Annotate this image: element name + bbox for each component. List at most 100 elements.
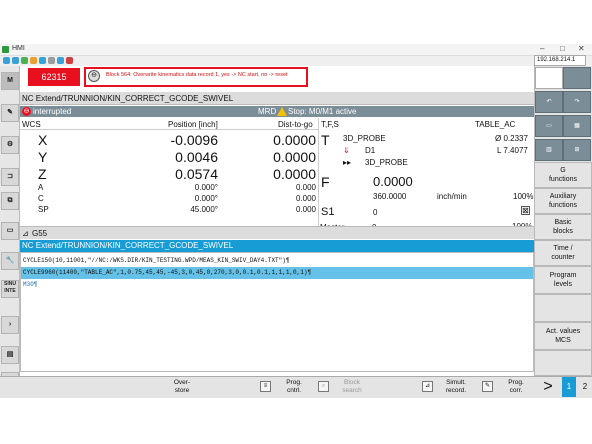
quick-access-toolbar [0, 56, 592, 66]
app-icon [2, 46, 9, 53]
axis-position: -0.0096 [170, 132, 218, 148]
feed-actual: 0.0000 [373, 174, 413, 189]
softkey-act-values-mcs[interactable]: Act. values MCS [534, 322, 592, 350]
program-editor[interactable]: CYCLE150(10,11001,"//NC:/WKS.DIR/KIN_TES… [20, 252, 534, 372]
softkey-empty[interactable] [534, 350, 592, 376]
spindle-speed: 0 [373, 208, 378, 217]
dtg-header: Dist-to-go [278, 120, 313, 129]
frame-icon: ⊿ [22, 229, 29, 238]
back-arrow-button[interactable]: ↶ [535, 91, 563, 113]
wrench-button[interactable]: 🔧 [1, 252, 19, 270]
softkey-label: Block search [342, 379, 362, 394]
softkey-label: Auxiliary functions [548, 193, 578, 209]
home-icon[interactable] [21, 57, 28, 64]
feed-unit: inch/min [437, 192, 467, 201]
program-correction-icon: ✎ [482, 381, 493, 392]
softkey-program-levels[interactable]: Program levels [534, 266, 592, 294]
axis-name: Y [38, 149, 48, 165]
copy-button[interactable]: ⧉ [1, 192, 19, 210]
sinumerik-button[interactable]: SINU INTE [1, 280, 19, 298]
auto-mode-button[interactable] [563, 67, 591, 89]
axis-name: C [38, 194, 44, 203]
softkey-label: Over- store [173, 379, 191, 394]
diagnostics-button[interactable]: ▭ [1, 222, 19, 240]
simult-record-button[interactable]: ⊿ Simult. record. [420, 376, 482, 398]
minimize-icon[interactable]: – [540, 44, 544, 53]
settings-icon[interactable] [48, 57, 55, 64]
block-search-button[interactable]: ⌕ Block search [316, 376, 378, 398]
axis-name: X [38, 132, 48, 148]
position-header: Position [inch] [168, 120, 218, 129]
axis-dtg: 0.0000 [273, 166, 316, 182]
next-tool-name: 3D_PROBE [365, 158, 408, 167]
ip-address-field[interactable]: 192.168.214.1 [534, 55, 586, 66]
softkey-label: G functions [548, 167, 578, 183]
overstore-button[interactable]: Over- store [146, 376, 212, 398]
axis-dtg: 0.000 [295, 183, 316, 192]
tool-name: 3D_PROBE [343, 134, 386, 143]
close-icon[interactable]: ✕ [578, 44, 585, 53]
softkey-basic-blocks[interactable]: Basic blocks [534, 214, 592, 240]
program-line[interactable]: M30¶ [21, 279, 533, 291]
jog-mode-button[interactable] [535, 67, 563, 89]
axis-dtg: 0.0000 [273, 132, 316, 148]
feed-setpoint: 360.0000 [373, 192, 407, 201]
feed-override: 100% [513, 192, 534, 201]
axis-position: 0.000° [194, 194, 218, 203]
program-manager-button[interactable]: ⊐ [1, 168, 19, 186]
page-2-tab[interactable]: 2 [578, 377, 592, 397]
split-view-button[interactable]: ▥ [535, 139, 563, 161]
program-line-selected[interactable]: CYCLE9960(11400,"TABLE_AC",1,0.75,45,45,… [21, 267, 533, 279]
refresh-icon[interactable] [39, 57, 46, 64]
list-view-button[interactable]: ▦ [563, 115, 591, 137]
stop-status: Stop: M0/M1 active [288, 107, 357, 116]
table-ac-label: TABLE_AC [475, 120, 516, 129]
next-page-arrow[interactable]: > [536, 376, 560, 398]
maximize-icon[interactable]: □ [560, 44, 565, 53]
program-title: NC Extend/TRUNNION/KIN_CORRECT_GCODE_SWI… [20, 240, 534, 252]
wcs-label: WCS [22, 120, 41, 129]
prog-corr-button[interactable]: ✎ Prog. corr. [480, 376, 534, 398]
spindle-stop-icon: ⊠ [521, 206, 530, 215]
display-button[interactable]: ▭ [535, 115, 563, 137]
axis-position: 0.000° [194, 183, 218, 192]
tfs-header: T,F,S [321, 120, 339, 129]
help-icon[interactable] [57, 57, 64, 64]
softkey-auxiliary-functions[interactable]: Auxiliary functions [534, 188, 592, 214]
wcs-header: WCS Position [inch] Dist-to-go [20, 118, 318, 130]
tool-arrow-icon: ⇓ [343, 146, 350, 155]
prog-cntrl-button[interactable]: ≡ Prog. cntrl. [258, 376, 320, 398]
axis-position: 45.000° [190, 205, 218, 214]
axis-name: SP [38, 205, 49, 214]
status-interrupted: interrupted [33, 107, 72, 116]
softkey-g-functions[interactable]: G functions [534, 162, 592, 188]
zoom-button[interactable]: ⊞ [563, 139, 591, 161]
alarm-ack-icon[interactable]: ⊖ [88, 70, 100, 82]
softkey-label: Basic blocks [553, 219, 573, 235]
folder-icon[interactable] [30, 57, 37, 64]
page-1-tab[interactable]: 1 [562, 377, 576, 397]
status-bar: ⊖ interrupted MRD Stop: M0/M1 active [20, 106, 534, 117]
tfs-panel: T,F,S TABLE_AC T 3D_PROBE Ø 0.2337 ⇓ D1 … [318, 118, 534, 226]
program-control-icon: ≡ [260, 381, 271, 392]
expand-arrow-button[interactable]: › [1, 316, 19, 334]
parameter-button[interactable]: ✎ [1, 104, 19, 122]
forward-icon[interactable] [12, 57, 19, 64]
forward-arrow-button[interactable]: ↷ [563, 91, 591, 113]
tool-length: L 7.4077 [497, 146, 528, 155]
interrupted-icon: ⊖ [22, 107, 31, 116]
softkey-label: Simult. record. [445, 379, 467, 394]
softkey-label: Time / counter [551, 245, 575, 261]
program-line[interactable]: CYCLE150(10,11001,"//NC:/WKS.DIR/KIN_TES… [21, 255, 533, 267]
spindle-label: S1 [321, 206, 335, 218]
stop-icon[interactable] [66, 57, 73, 64]
softkey-empty[interactable] [534, 294, 592, 322]
simulation-icon: ⊿ [422, 381, 433, 392]
back-icon[interactable] [3, 57, 10, 64]
program-path: NC Extend/TRUNNION/KIN_CORRECT_GCODE_SWI… [20, 92, 534, 105]
softkey-time-counter[interactable]: Time / counter [534, 240, 592, 266]
machine-button[interactable]: M [1, 72, 19, 90]
alarm-number[interactable]: 62315 [28, 68, 80, 86]
view-button[interactable]: ▤ [1, 346, 19, 364]
program-button[interactable]: ⚙ [1, 136, 19, 154]
